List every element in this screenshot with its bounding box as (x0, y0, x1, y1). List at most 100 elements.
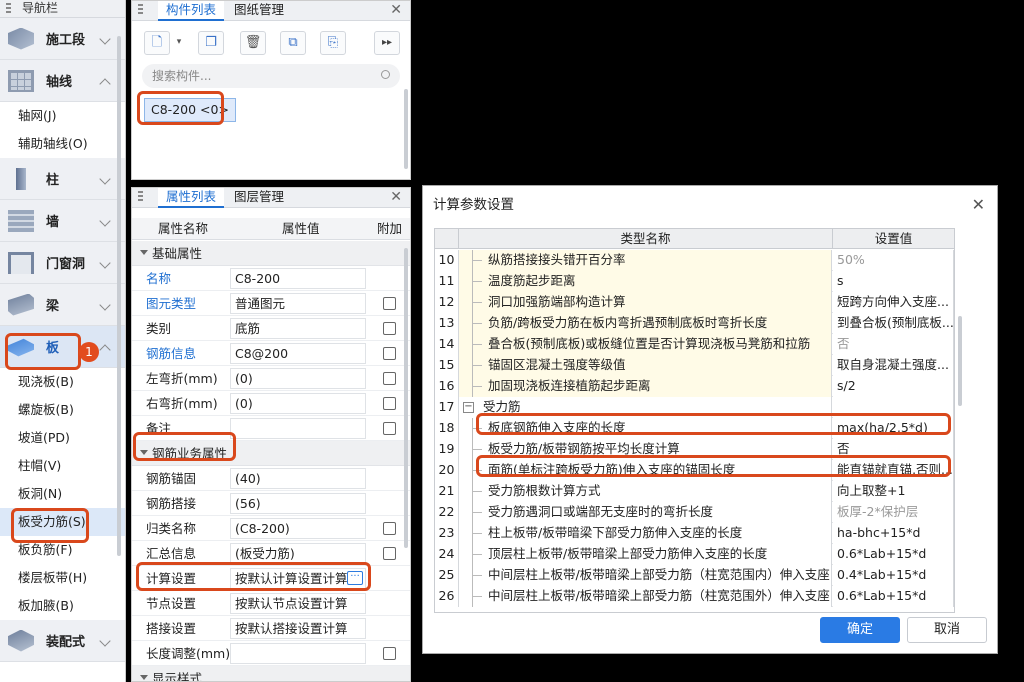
nav-item-column-cap[interactable]: 柱帽(V) (0, 452, 125, 480)
prop-value[interactable]: 按默认搭接设置计算 (230, 618, 366, 639)
table-row[interactable]: 22 受力筋遇洞口或端部无支座时的弯折长度 板厚-2*保护层 (435, 502, 954, 523)
delete-icon[interactable]: 🗑 (240, 31, 266, 55)
row-setting-value[interactable]: 短跨方向伸入支座... (833, 292, 954, 313)
nav-item-slab-hole[interactable]: 板洞(N) (0, 480, 125, 508)
row-setting-value[interactable]: 能直锚就直锚,否则... (833, 460, 954, 481)
copy-component-icon[interactable]: ❐ (198, 31, 224, 55)
row-setting-value[interactable]: 50% (833, 250, 954, 271)
row-setting-value[interactable]: max(ha/2,5*d) (833, 418, 954, 439)
nav-category-slab[interactable]: 板 (0, 326, 125, 368)
row-setting-value[interactable]: 0.6*Lab+15*d (833, 586, 954, 607)
prop-value[interactable]: 普通图元 (230, 293, 366, 314)
nav-category-door-window[interactable]: 门窗洞 (0, 242, 125, 284)
prop-checkbox[interactable] (383, 647, 396, 660)
prop-value[interactable] (230, 643, 366, 664)
table-row[interactable]: 15 锚固区混凝土强度等级值 取自身混凝土强度... (435, 355, 954, 376)
nav-category-axis[interactable]: 轴线 (0, 60, 125, 102)
row-setting-value[interactable]: s/2 (833, 376, 954, 397)
nav-category-beam[interactable]: 梁 (0, 284, 125, 326)
drag-handle-icon[interactable] (138, 4, 143, 16)
tab-layer-management[interactable]: 图层管理 (226, 188, 292, 208)
nav-item-ramp[interactable]: 坡道(PD) (0, 424, 125, 452)
new-component-icon[interactable]: 🗋 (144, 31, 170, 55)
section-basic[interactable]: 基础属性 (132, 241, 410, 266)
prop-checkbox[interactable] (383, 322, 396, 335)
prop-value[interactable]: (40) (230, 468, 366, 489)
nav-item-slab-haunch[interactable]: 板加腋(B) (0, 592, 125, 620)
nav-category-construction-stage[interactable]: 施工段 (0, 18, 125, 60)
table-row[interactable]: 19 板受力筋/板带钢筋按平均长度计算 否 (435, 439, 954, 460)
table-row[interactable]: 21 受力筋根数计算方式 向上取整+1 (435, 481, 954, 502)
nav-item-aux-axis[interactable]: 辅助轴线(O) (0, 130, 125, 158)
prop-value[interactable]: (0) (230, 393, 366, 414)
tab-property-list[interactable]: 属性列表 (158, 188, 225, 208)
component-scrollbar[interactable] (404, 89, 408, 169)
prop-value[interactable]: 底筋 (230, 318, 366, 339)
close-icon[interactable]: ✕ (972, 195, 985, 214)
prop-value[interactable]: (0) (230, 368, 366, 389)
ok-button[interactable]: 确定 (820, 617, 900, 643)
nav-category-prefab[interactable]: 装配式 (0, 620, 125, 662)
section-display[interactable]: 显示样式 (132, 666, 410, 681)
row-setting-value[interactable]: ha-bhc+15*d (833, 523, 954, 544)
prop-value[interactable]: (板受力筋) (230, 543, 366, 564)
nav-item-cast-slab[interactable]: 现浇板(B) (0, 368, 125, 396)
row-setting-value[interactable]: 向上取整+1 (833, 481, 954, 502)
row-setting-value[interactable]: 板厚-2*保护层 (833, 502, 954, 523)
row-setting-value[interactable]: 取自身混凝土强度... (833, 355, 954, 376)
prop-checkbox[interactable] (383, 547, 396, 560)
prop-checkbox[interactable] (383, 347, 396, 360)
prop-value[interactable]: (56) (230, 493, 366, 514)
table-row[interactable]: 14 叠合板(预制底板)或板缝位置是否计算现浇板马凳筋和拉筋 否 (435, 334, 954, 355)
prop-checkbox[interactable] (383, 422, 396, 435)
table-row[interactable]: 12 洞口加强筋端部构造计算 短跨方向伸入支座... (435, 292, 954, 313)
table-row[interactable]: 13 负筋/跨板受力筋在板内弯折遇预制底板时弯折长度 到叠合板(预制底板... (435, 313, 954, 334)
tab-drawing-management[interactable]: 图纸管理 (226, 1, 292, 21)
component-item[interactable]: C8-200 <0> (144, 98, 236, 122)
prop-value[interactable] (230, 418, 366, 439)
cancel-button[interactable]: 取消 (907, 617, 987, 643)
prop-checkbox[interactable] (383, 522, 396, 535)
drag-handle-icon[interactable] (6, 3, 11, 15)
section-rebar[interactable]: 钢筋业务属性 (132, 441, 410, 466)
dropdown-arrow-icon[interactable]: ▾ (172, 31, 186, 55)
more-arrow-icon[interactable]: ▸▸ (374, 31, 400, 55)
nav-item-floor-strip[interactable]: 楼层板带(H) (0, 564, 125, 592)
prop-checkbox[interactable] (383, 372, 396, 385)
prop-checkbox[interactable] (383, 297, 396, 310)
table-row[interactable]: 24 顶层柱上板带/板带暗梁上部受力筋伸入支座的长度 0.6*Lab+15*d (435, 544, 954, 565)
prop-value[interactable]: 按默认计算设置计算 (230, 568, 366, 589)
table-row[interactable]: 26 中间层柱上板带/板带暗梁上部受力筋（柱宽范围外）伸入支座... 0.6*Lab… (435, 586, 954, 607)
nav-item-spiral-slab[interactable]: 螺旋板(B) (0, 396, 125, 424)
close-icon[interactable]: ✕ (390, 189, 402, 205)
search-input[interactable]: 搜索构件... (142, 64, 400, 88)
close-icon[interactable]: ✕ (390, 2, 402, 18)
lock-icon[interactable] (138, 191, 143, 203)
nav-scrollbar[interactable] (117, 36, 121, 556)
prop-value[interactable]: 按默认节点设置计算 (230, 593, 366, 614)
row-setting-value[interactable] (833, 397, 954, 418)
prop-value[interactable]: (C8-200) (230, 518, 366, 539)
table-row[interactable]: 20 面筋(单标注跨板受力筋)伸入支座的锚固长度 能直锚就直锚,否则... (435, 460, 954, 481)
table-scrollbar[interactable] (958, 316, 962, 406)
row-setting-value[interactable]: 0.4*Lab+15*d (833, 565, 954, 586)
nav-item-axis-grid[interactable]: 轴网(J) (0, 102, 125, 130)
prop-value[interactable]: C8@200 (230, 343, 366, 364)
table-row[interactable]: 18 板底钢筋伸入支座的长度 max(ha/2,5*d) (435, 418, 954, 439)
row-setting-value[interactable]: 到叠合板(预制底板... (833, 313, 954, 334)
tab-component-list[interactable]: 构件列表 (158, 1, 225, 21)
table-row[interactable]: 25 中间层柱上板带/板带暗梁上部受力筋（柱宽范围内）伸入支座... 0.4*Lab… (435, 565, 954, 586)
row-setting-value[interactable]: 0.6*Lab+15*d (833, 544, 954, 565)
table-group-row[interactable]: 17− 受力筋 (435, 397, 954, 418)
nav-item-slab-main-rebar[interactable]: 板受力筋(S) (0, 508, 125, 536)
table-row[interactable]: 11 温度筋起步距离 s (435, 271, 954, 292)
property-scrollbar[interactable] (404, 248, 408, 548)
row-setting-value[interactable]: 否 (833, 334, 954, 355)
import-icon[interactable]: ⎘ (320, 31, 346, 55)
row-setting-value[interactable]: s (833, 271, 954, 292)
nav-category-wall[interactable]: 墙 (0, 200, 125, 242)
prop-value[interactable]: C8-200 (230, 268, 366, 289)
collapse-icon[interactable]: − (463, 402, 474, 413)
table-row[interactable]: 23 柱上板带/板带暗梁下部受力筋伸入支座的长度 ha-bhc+15*d (435, 523, 954, 544)
more-options-button[interactable]: ··· (347, 571, 363, 585)
